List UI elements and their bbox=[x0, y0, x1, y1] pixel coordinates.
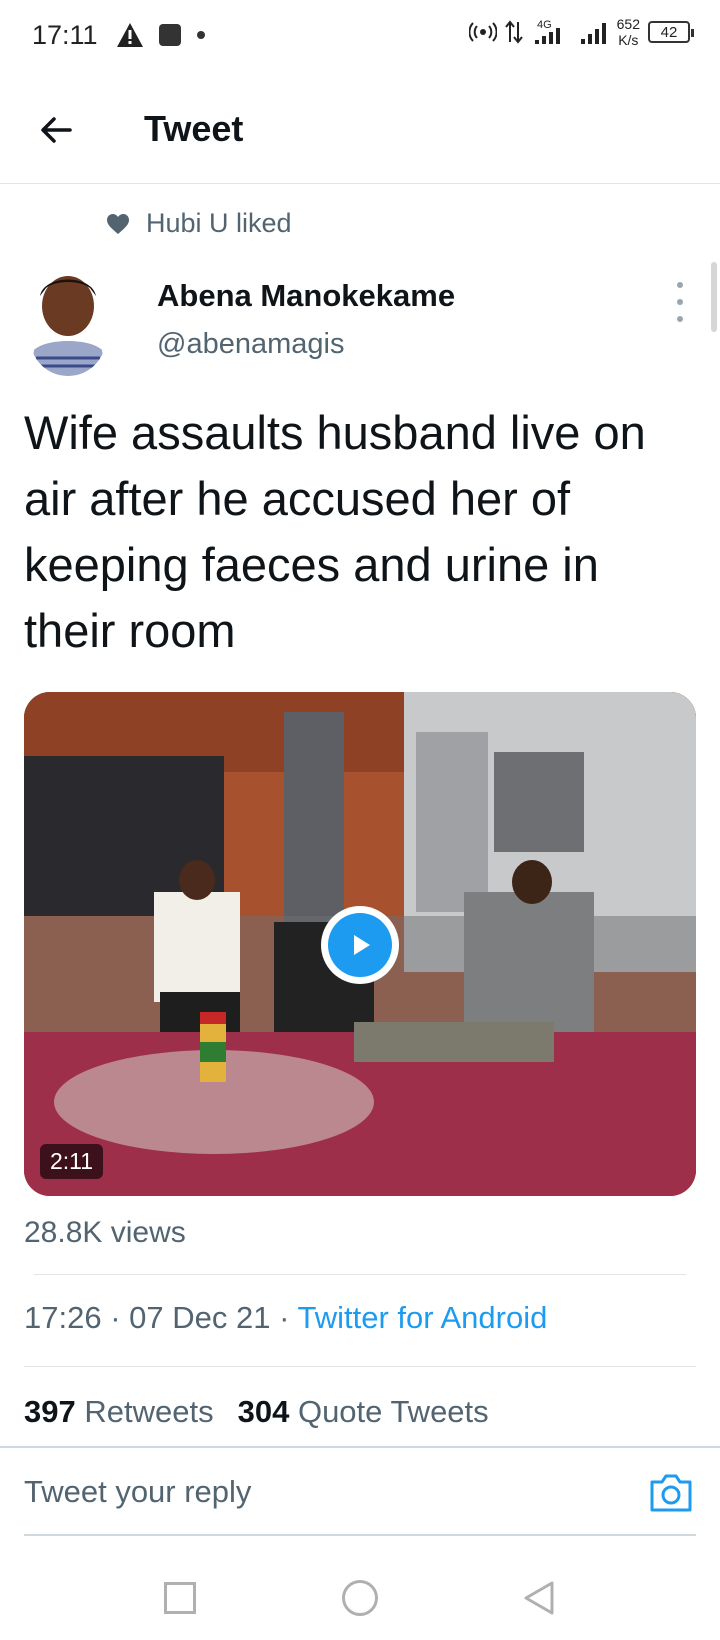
quote-tweets-link[interactable]: 304 Quote Tweets bbox=[238, 1394, 489, 1429]
tweet-meta: 17:26 · 07 Dec 21 · Twitter for Android bbox=[24, 1300, 548, 1335]
reply-bar: Tweet your reply bbox=[0, 1446, 720, 1534]
back-icon[interactable] bbox=[522, 1580, 556, 1616]
warning-icon bbox=[117, 23, 143, 47]
battery-indicator: 42 bbox=[648, 21, 694, 43]
tweet-text: Wife assaults husband live on air after … bbox=[24, 406, 646, 657]
status-time: 17:11 bbox=[32, 20, 98, 50]
more-dots-icon bbox=[677, 282, 683, 288]
back-button[interactable] bbox=[36, 110, 76, 150]
signal-4g-icon: 4G bbox=[534, 19, 560, 44]
retweets-count: 397 bbox=[24, 1394, 76, 1429]
social-context-label: Hubi U liked bbox=[146, 208, 292, 238]
play-button[interactable] bbox=[321, 906, 399, 984]
author-handle[interactable]: @abenamagis bbox=[157, 328, 344, 361]
heart-icon bbox=[107, 213, 129, 234]
tweet-source-link[interactable]: Twitter for Android bbox=[297, 1300, 547, 1335]
divider bbox=[24, 1366, 696, 1367]
play-icon bbox=[354, 935, 370, 955]
social-context[interactable]: Hubi U liked bbox=[106, 208, 292, 239]
page-title: Tweet bbox=[144, 108, 244, 149]
dot-icon bbox=[197, 31, 205, 39]
hotspot-icon bbox=[468, 22, 497, 42]
camera-icon bbox=[650, 1474, 692, 1512]
tweet-stats: 397 Retweets 304 Quote Tweets bbox=[24, 1394, 489, 1430]
retweets-label: Retweets bbox=[84, 1394, 214, 1429]
video-duration: 2:11 bbox=[40, 1144, 104, 1179]
signal-icon bbox=[580, 23, 606, 44]
data-transfer-icon bbox=[504, 20, 523, 44]
network-speed: 652 K/s bbox=[616, 16, 640, 48]
app-header: Tweet bbox=[0, 80, 720, 184]
video-media[interactable]: 2:11 bbox=[24, 692, 696, 1196]
reply-input[interactable]: Tweet your reply bbox=[24, 1474, 251, 1510]
recent-apps-icon[interactable] bbox=[164, 1582, 196, 1614]
author-name[interactable]: Abena Manokekame bbox=[157, 278, 455, 314]
tweet-date: 07 Dec 21 bbox=[129, 1300, 271, 1335]
square-notification-icon bbox=[159, 24, 181, 46]
avatar[interactable] bbox=[30, 266, 106, 376]
status-bar: 17:11 4G 652 K/s 42 bbox=[0, 0, 720, 72]
camera-button[interactable] bbox=[648, 1470, 694, 1514]
more-options-button[interactable] bbox=[672, 282, 688, 322]
quotes-label: Quote Tweets bbox=[297, 1394, 489, 1429]
divider bbox=[34, 1274, 686, 1275]
svg-text:4G: 4G bbox=[537, 19, 552, 31]
quotes-count: 304 bbox=[237, 1394, 290, 1429]
view-count: 28.8K views bbox=[24, 1216, 186, 1249]
home-icon[interactable] bbox=[342, 1580, 378, 1616]
back-arrow-icon bbox=[41, 117, 72, 143]
tweet-time: 17:26 bbox=[24, 1300, 102, 1335]
retweets-link[interactable]: 397 Retweets bbox=[24, 1394, 214, 1429]
divider bbox=[24, 1534, 696, 1536]
scrollbar[interactable] bbox=[711, 262, 717, 332]
system-nav-bar bbox=[0, 1560, 720, 1640]
